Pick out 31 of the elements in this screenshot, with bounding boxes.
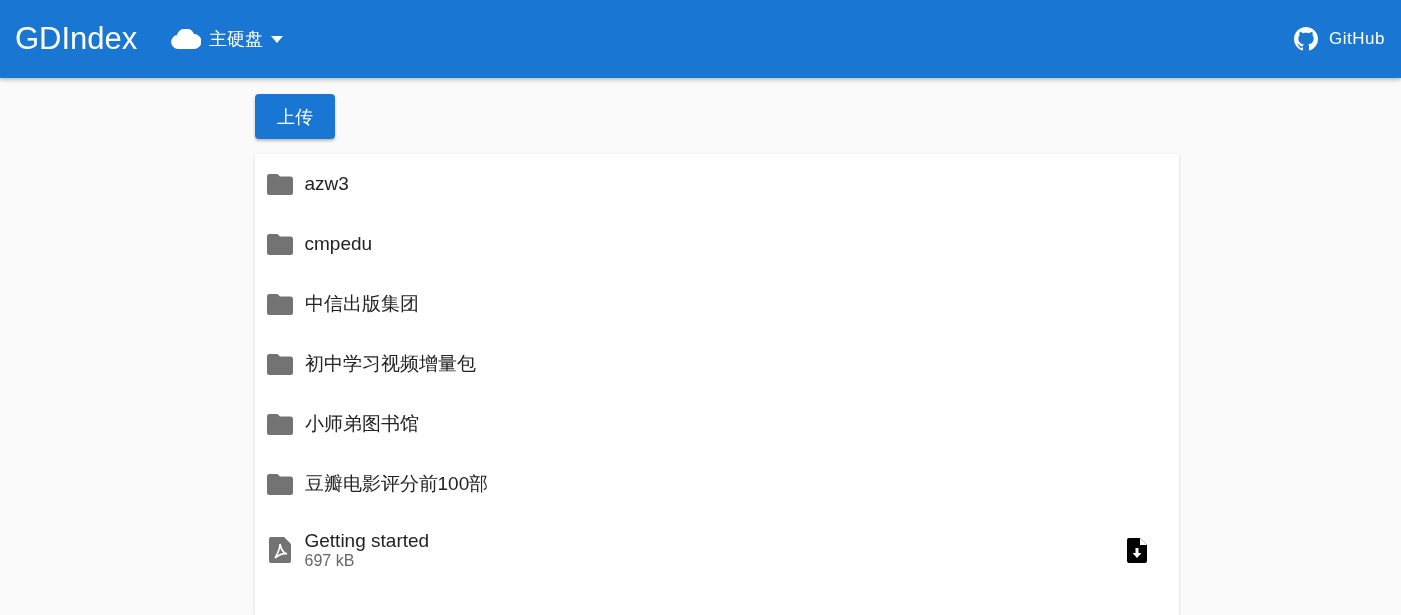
folder-item[interactable]: cmpedu	[254, 214, 1179, 274]
file-download-icon	[1126, 537, 1147, 563]
github-link[interactable]: GitHub	[1294, 27, 1385, 51]
folder-icon	[266, 353, 293, 375]
file-size: 697 kB	[304, 552, 356, 570]
download-button[interactable]	[1126, 537, 1147, 563]
folder-icon	[266, 413, 293, 435]
caret-icon	[271, 35, 284, 43]
github-icon	[1294, 27, 1319, 51]
folder-icon	[266, 473, 293, 495]
folder-name: 豆瓣电影评分前100部	[304, 472, 489, 496]
folder-name: 初中学习视频增量包	[304, 352, 476, 376]
pdf-file-icon	[268, 537, 291, 563]
app-title[interactable]: GDIndex	[15, 21, 138, 57]
drive-selector[interactable]: 主硬盘	[171, 27, 284, 51]
folder-icon	[266, 233, 293, 255]
folder-name: cmpedu	[304, 233, 373, 255]
folder-item[interactable]: 中信出版集团	[254, 274, 1179, 334]
folder-name: 小师弟图书馆	[304, 412, 419, 436]
cloud-icon	[171, 29, 202, 49]
file-name: Getting started	[304, 530, 430, 552]
folder-name: azw3	[304, 173, 349, 195]
folder-icon	[266, 173, 293, 195]
folder-item[interactable]: 初中学习视频增量包	[254, 334, 1179, 394]
upload-button[interactable]: 上传	[254, 94, 335, 139]
folder-item[interactable]: azw3	[254, 154, 1179, 214]
folder-name: 中信出版集团	[304, 292, 419, 316]
folder-item[interactable]: 小师弟图书馆	[254, 394, 1179, 454]
folder-icon	[266, 293, 293, 315]
folder-item[interactable]: 豆瓣电影评分前100部	[254, 454, 1179, 514]
file-item[interactable]: Getting started 697 kB	[254, 514, 1179, 586]
